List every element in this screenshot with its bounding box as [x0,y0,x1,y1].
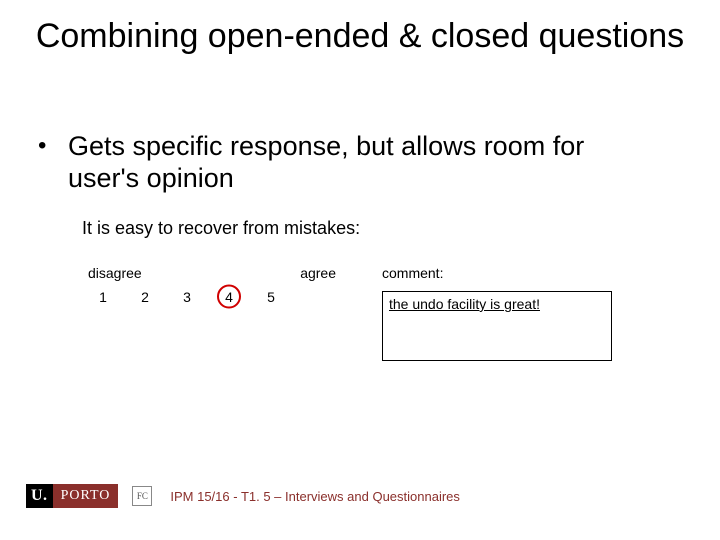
comment-block: comment: the undo facility is great! [382,265,612,361]
scale-3: 3 [166,287,208,307]
slide-title: Combining open-ended & closed questions [0,16,720,57]
example-prompt: It is easy to recover from mistakes: [82,218,642,239]
comment-label: comment: [382,265,612,281]
scale-high-label: agree [300,265,336,281]
bullet-text: Gets specific response, but allows room … [68,130,638,195]
footer-text: IPM 15/16 - T1. 5 – Interviews and Quest… [170,489,460,504]
comment-box: the undo facility is great! [382,291,612,361]
scale-4-selected: 4 [208,287,250,307]
scale-low-label: disagree [88,265,142,281]
fc-badge: FC [132,486,152,506]
logo-porto: PORTO [53,484,119,508]
bullet-item: • Gets specific response, but allows roo… [38,130,638,195]
bullet-marker: • [38,130,68,195]
example-block: It is easy to recover from mistakes: dis… [82,218,642,361]
scale-2: 2 [124,287,166,307]
scale-5: 5 [250,287,292,307]
scale-1: 1 [82,287,124,307]
bullet-list: • Gets specific response, but allows roo… [38,130,638,195]
footer: U. PORTO FC IPM 15/16 - T1. 5 – Intervie… [26,484,460,508]
uporto-logo: U. PORTO [26,484,118,508]
logo-u: U. [26,484,53,508]
likert-scale: disagree agree 1 2 3 4 5 [82,265,342,307]
